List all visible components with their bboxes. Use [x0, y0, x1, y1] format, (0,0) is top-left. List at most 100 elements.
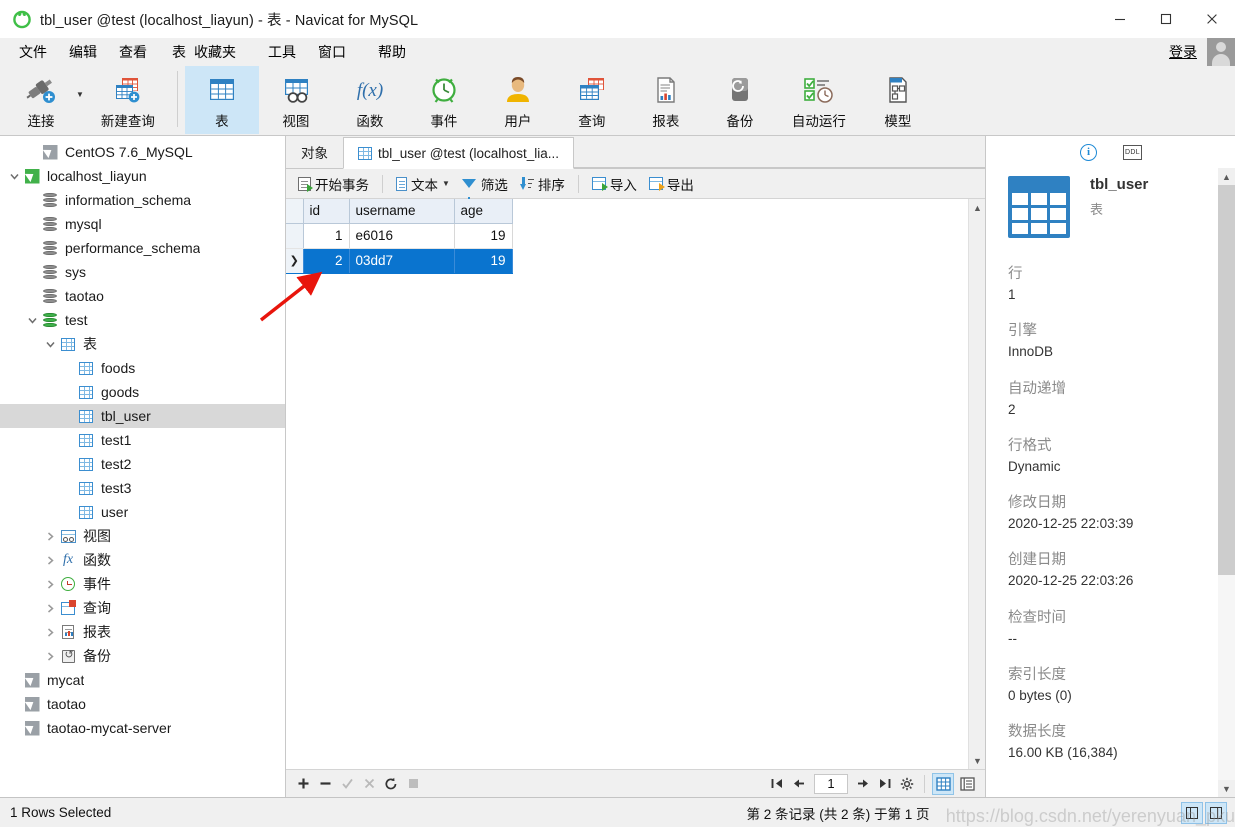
info-scrollbar-thumb[interactable] — [1218, 185, 1235, 575]
info-scroll-down-icon[interactable]: ▼ — [1218, 780, 1235, 797]
tree-node-foods[interactable]: foods — [0, 356, 285, 380]
tree-node-sys[interactable]: sys — [0, 260, 285, 284]
toggle-right-panel-button[interactable] — [1205, 801, 1227, 824]
page-number-input[interactable]: 1 — [814, 773, 848, 794]
next-page-button[interactable] — [852, 773, 874, 795]
tree-node-test1[interactable]: test1 — [0, 428, 285, 452]
tree-node-information_schema[interactable]: information_schema — [0, 188, 285, 212]
first-page-button[interactable] — [766, 773, 788, 795]
stop-button[interactable] — [402, 773, 424, 795]
row-marker[interactable]: ❯ — [286, 248, 304, 274]
menu-tools[interactable]: 工具 — [257, 39, 307, 65]
tree-node-test3[interactable]: test3 — [0, 476, 285, 500]
last-page-button[interactable] — [874, 773, 896, 795]
chevron-down-icon[interactable]: ▼ — [442, 179, 450, 188]
chevron-down-icon[interactable] — [42, 336, 58, 352]
grid-vertical-scrollbar[interactable]: ▲ ▼ — [968, 199, 986, 769]
tree-node-mysql[interactable]: mysql — [0, 212, 285, 236]
tree-node-localhost_liayun[interactable]: localhost_liayun — [0, 164, 285, 188]
toolbar-connection[interactable]: 连接 — [4, 66, 78, 134]
user-avatar-icon[interactable] — [1207, 38, 1235, 66]
export-button[interactable]: 导出 — [643, 171, 700, 197]
tree-node-user[interactable]: user — [0, 500, 285, 524]
cell-id[interactable]: 1 — [303, 223, 350, 249]
settings-gear-button[interactable] — [896, 773, 918, 795]
column-header-username[interactable]: username — [349, 199, 455, 224]
cell-age[interactable]: 19 — [454, 223, 513, 249]
import-button[interactable]: 导入 — [586, 171, 643, 197]
tree-node-goods[interactable]: goods — [0, 380, 285, 404]
info-panel-scrollbar[interactable]: ▲ ▼ — [1218, 168, 1235, 797]
grid-view-toggle[interactable] — [932, 772, 954, 795]
tree-node-备份[interactable]: 备份 — [0, 644, 285, 668]
filter-button[interactable]: 筛选 — [456, 171, 514, 201]
toolbar-new-query[interactable]: 新建查询 — [86, 66, 170, 134]
toolbar-table[interactable]: 表 — [184, 66, 259, 134]
menu-table[interactable]: 表 — [158, 39, 190, 65]
column-header-age[interactable]: age — [454, 199, 513, 224]
menu-view[interactable]: 查看 — [108, 39, 158, 65]
object-tree-sidebar[interactable]: CentOS 7.6_MySQL localhost_liayun informat… — [0, 136, 286, 797]
grid-scroll-down-icon[interactable]: ▼ — [969, 752, 986, 769]
tree-node-tbl_user[interactable]: tbl_user — [0, 404, 285, 428]
table-row[interactable]: 1 e6016 19 — [286, 223, 513, 249]
data-grid-area[interactable]: id username age 1 e6016 19 ❯ 2 03dd7 19 — [286, 199, 968, 769]
ddl-tab[interactable]: DDL — [1122, 141, 1144, 163]
prev-page-button[interactable] — [788, 773, 810, 795]
cell-username[interactable]: 03dd7 — [349, 248, 455, 274]
table-row[interactable]: ❯ 2 03dd7 19 — [286, 248, 513, 274]
begin-transaction-button[interactable]: 开始事务 — [292, 171, 375, 197]
tree-node-taotao-mycat-server[interactable]: taotao-mycat-server — [0, 716, 285, 740]
tree-node-performance_schema[interactable]: performance_schema — [0, 236, 285, 260]
maximize-button[interactable] — [1143, 0, 1189, 38]
sort-button[interactable]: 排序 — [514, 171, 571, 197]
toolbar-user[interactable]: 用户 — [481, 66, 555, 134]
toolbar-query[interactable]: 查询 — [555, 66, 629, 134]
toggle-left-panel-button[interactable] — [1181, 801, 1203, 824]
refresh-button[interactable] — [380, 773, 402, 795]
chevron-right-icon[interactable] — [42, 600, 58, 616]
tree-node-视图[interactable]: 视图 — [0, 524, 285, 548]
chevron-right-icon[interactable] — [42, 576, 58, 592]
toolbar-automation[interactable]: 自动运行 — [777, 66, 861, 134]
tree-node-mycat[interactable]: mycat — [0, 668, 285, 692]
toolbar-model[interactable]: 模型 — [861, 66, 935, 134]
chevron-right-icon[interactable] — [42, 624, 58, 640]
tree-node-函数[interactable]: fx 函数 — [0, 548, 285, 572]
info-tab[interactable]: i — [1078, 141, 1100, 163]
grid-scroll-up-icon[interactable]: ▲ — [969, 199, 986, 216]
chevron-right-icon[interactable] — [42, 552, 58, 568]
toolbar-view[interactable]: 视图 — [259, 66, 333, 134]
tab-objects[interactable]: 对象 — [286, 136, 343, 168]
row-marker[interactable] — [286, 223, 304, 249]
tree-node-taotao[interactable]: taotao — [0, 692, 285, 716]
toolbar-backup[interactable]: 备份 — [703, 66, 777, 134]
tree-node-test2[interactable]: test2 — [0, 452, 285, 476]
tree-node-taotao[interactable]: taotao — [0, 284, 285, 308]
toolbar-function[interactable]: f(x) 函数 — [333, 66, 407, 134]
chevron-right-icon[interactable] — [42, 528, 58, 544]
text-button[interactable]: 文本 ▼ — [390, 171, 456, 197]
minimize-button[interactable] — [1097, 0, 1143, 38]
delete-record-button[interactable] — [314, 773, 336, 795]
chevron-down-icon[interactable] — [6, 168, 22, 184]
tree-node-事件[interactable]: 事件 — [0, 572, 285, 596]
menu-file[interactable]: 文件 — [8, 39, 58, 65]
cancel-change-button[interactable] — [358, 773, 380, 795]
cell-age[interactable]: 19 — [454, 248, 513, 274]
chevron-down-icon[interactable] — [24, 312, 40, 328]
menu-help[interactable]: 帮助 — [367, 39, 417, 65]
cell-id[interactable]: 2 — [303, 248, 350, 274]
login-link[interactable]: 登录 — [1169, 42, 1197, 62]
chevron-right-icon[interactable] — [42, 648, 58, 664]
tree-node-查询[interactable]: 查询 — [0, 596, 285, 620]
apply-change-button[interactable] — [336, 773, 358, 795]
grid-scrollbar-thumb[interactable] — [969, 216, 986, 752]
toolbar-event[interactable]: 事件 — [407, 66, 481, 134]
tree-node-报表[interactable]: 报表 — [0, 620, 285, 644]
form-view-toggle[interactable] — [956, 773, 978, 795]
toolbar-report[interactable]: 报表 — [629, 66, 703, 134]
close-button[interactable] — [1189, 0, 1235, 38]
menu-favorites[interactable]: 收藏夹 — [190, 39, 247, 65]
add-record-button[interactable] — [292, 773, 314, 795]
